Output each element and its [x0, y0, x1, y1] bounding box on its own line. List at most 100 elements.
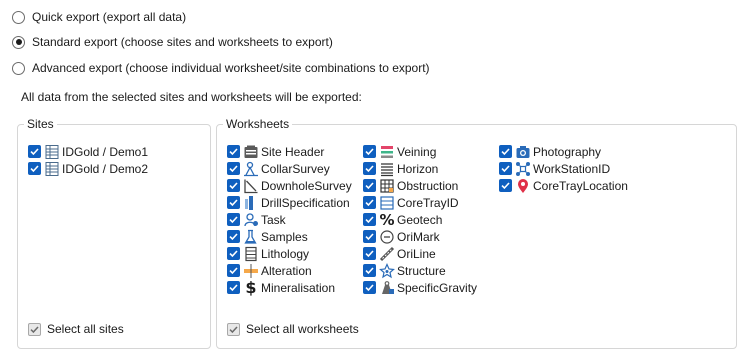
worksheet-item[interactable]: % Geotech: [363, 210, 477, 229]
dollar-icon: $: [245, 278, 257, 297]
sites-group: Sites IDGold / Demo1 IDGold / Demo2 Sele…: [17, 116, 211, 349]
worksheets-column-2: Veining Horizon Obstruction CoreTrayID %…: [363, 143, 477, 296]
worksheet-label: Site Header: [261, 144, 325, 159]
quick-export-label: Quick export (export all data): [32, 10, 187, 24]
checkbox-checked[interactable]: [363, 247, 376, 260]
worksheet-item[interactable]: DrillSpecification: [227, 194, 352, 211]
site-header-icon: [243, 144, 259, 160]
worksheets-column-3: Photography WorkStationID CoreTrayLocati…: [499, 143, 628, 194]
advanced-export-label: Advanced export (choose individual works…: [32, 61, 430, 75]
worksheets-column-1: Site Header CollarSurvey DownholeSurvey …: [227, 143, 352, 297]
worksheet-label: Photography: [533, 144, 602, 159]
site-item-demo1[interactable]: IDGold / Demo1: [28, 143, 148, 160]
worksheet-item[interactable]: Structure: [363, 262, 477, 279]
worksheet-item[interactable]: Obstruction: [363, 177, 477, 194]
worksheet-item[interactable]: Lithology: [227, 245, 352, 262]
checkbox-checked[interactable]: [227, 179, 240, 192]
quick-export-radio[interactable]: Quick export (export all data): [12, 8, 186, 26]
map-pin-icon: [515, 178, 531, 194]
checkbox-checked[interactable]: [28, 162, 41, 175]
table-icon: [44, 144, 60, 160]
standard-export-label: Standard export (choose sites and worksh…: [32, 35, 333, 49]
site-item-demo2[interactable]: IDGold / Demo2: [28, 160, 148, 177]
checkbox-checked[interactable]: [363, 281, 376, 294]
select-all-worksheets-label: Select all worksheets: [246, 322, 359, 336]
sites-list: IDGold / Demo1 IDGold / Demo2: [28, 143, 148, 177]
alteration-icon: [243, 263, 259, 279]
worksheet-item[interactable]: WorkStationID: [499, 160, 628, 177]
structure-icon: [379, 262, 395, 279]
select-all-worksheets[interactable]: Select all worksheets: [227, 321, 359, 337]
select-all-sites-label: Select all sites: [47, 322, 124, 336]
worksheet-label: Horizon: [397, 161, 439, 176]
task-icon: [243, 212, 259, 228]
checkbox-checked[interactable]: [227, 145, 240, 158]
checkbox-checked[interactable]: [28, 145, 41, 158]
advanced-export-radio[interactable]: Advanced export (choose individual works…: [12, 59, 430, 77]
veining-icon: [379, 144, 395, 160]
worksheet-label: DrillSpecification: [261, 195, 350, 210]
worksheet-label: CoreTrayLocation: [533, 178, 628, 193]
worksheet-item[interactable]: SpecificGravity: [363, 279, 477, 296]
checkbox-checked[interactable]: [363, 264, 376, 277]
worksheet-label: DownholeSurvey: [261, 178, 352, 193]
downhole-survey-icon: [243, 178, 259, 194]
worksheet-item[interactable]: Samples: [227, 228, 352, 245]
radio-circle[interactable]: [12, 61, 25, 75]
worksheet-item[interactable]: OriMark: [363, 228, 477, 245]
checkbox-checked[interactable]: [363, 213, 376, 226]
worksheet-item[interactable]: CollarSurvey: [227, 160, 352, 177]
worksheet-label: Veining: [397, 144, 437, 159]
sites-group-title: Sites: [24, 116, 57, 132]
checkbox-checked[interactable]: [499, 145, 512, 158]
camera-icon: [515, 144, 531, 160]
checkbox-checked[interactable]: [227, 213, 240, 226]
worksheet-item[interactable]: Horizon: [363, 160, 477, 177]
checkbox-checked[interactable]: [363, 196, 376, 209]
standard-export-radio[interactable]: Standard export (choose sites and worksh…: [12, 33, 333, 51]
worksheet-item[interactable]: DownholeSurvey: [227, 177, 352, 194]
checkbox-checked[interactable]: [227, 264, 240, 277]
worksheet-item[interactable]: CoreTrayLocation: [499, 177, 628, 194]
table-icon: [44, 161, 60, 177]
checkbox-checked[interactable]: [227, 281, 240, 294]
checkbox-checked[interactable]: [227, 230, 240, 243]
checkbox-checked[interactable]: [363, 230, 376, 243]
worksheet-label: OriMark: [397, 229, 440, 244]
checkbox-checked[interactable]: [227, 247, 240, 260]
worksheet-item[interactable]: CoreTrayID: [363, 194, 477, 211]
worksheets-group-title: Worksheets: [223, 116, 293, 132]
worksheet-item[interactable]: $ Mineralisation: [227, 278, 352, 297]
core-tray-icon: [379, 195, 395, 211]
worksheet-label: CollarSurvey: [261, 161, 330, 176]
radio-circle-selected[interactable]: [12, 35, 25, 49]
worksheet-item[interactable]: Alteration: [227, 262, 352, 279]
horizon-icon: [379, 161, 395, 177]
checkbox-checked[interactable]: [499, 162, 512, 175]
worksheet-item[interactable]: Task: [227, 211, 352, 228]
worksheet-item[interactable]: OriLine: [363, 245, 477, 262]
worksheet-item[interactable]: Site Header: [227, 143, 352, 160]
radio-circle[interactable]: [12, 10, 25, 24]
checkbox-checked[interactable]: [363, 179, 376, 192]
lithology-icon: [243, 246, 259, 262]
worksheet-label: SpecificGravity: [397, 280, 478, 295]
specific-gravity-icon: [379, 280, 395, 296]
orimark-icon: [379, 229, 395, 245]
checkbox-checked[interactable]: [363, 145, 376, 158]
checkbox-checked[interactable]: [227, 162, 240, 175]
worksheets-group: Worksheets Site Header CollarSurvey Down…: [216, 116, 737, 349]
site-item-label: IDGold / Demo2: [62, 161, 149, 176]
checkbox-checked-disabled[interactable]: [28, 322, 41, 336]
select-all-sites[interactable]: Select all sites: [28, 321, 124, 337]
worksheet-item[interactable]: Photography: [499, 143, 628, 160]
worksheet-label: WorkStationID: [533, 161, 611, 176]
worksheet-label: Obstruction: [397, 178, 459, 193]
checkbox-checked[interactable]: [227, 196, 240, 209]
worksheet-label: Structure: [397, 263, 446, 278]
worksheet-item[interactable]: Veining: [363, 143, 477, 160]
checkbox-checked[interactable]: [363, 162, 376, 175]
checkbox-checked-disabled[interactable]: [227, 322, 240, 336]
checkbox-checked[interactable]: [499, 179, 512, 192]
percent-icon: %: [379, 210, 395, 229]
